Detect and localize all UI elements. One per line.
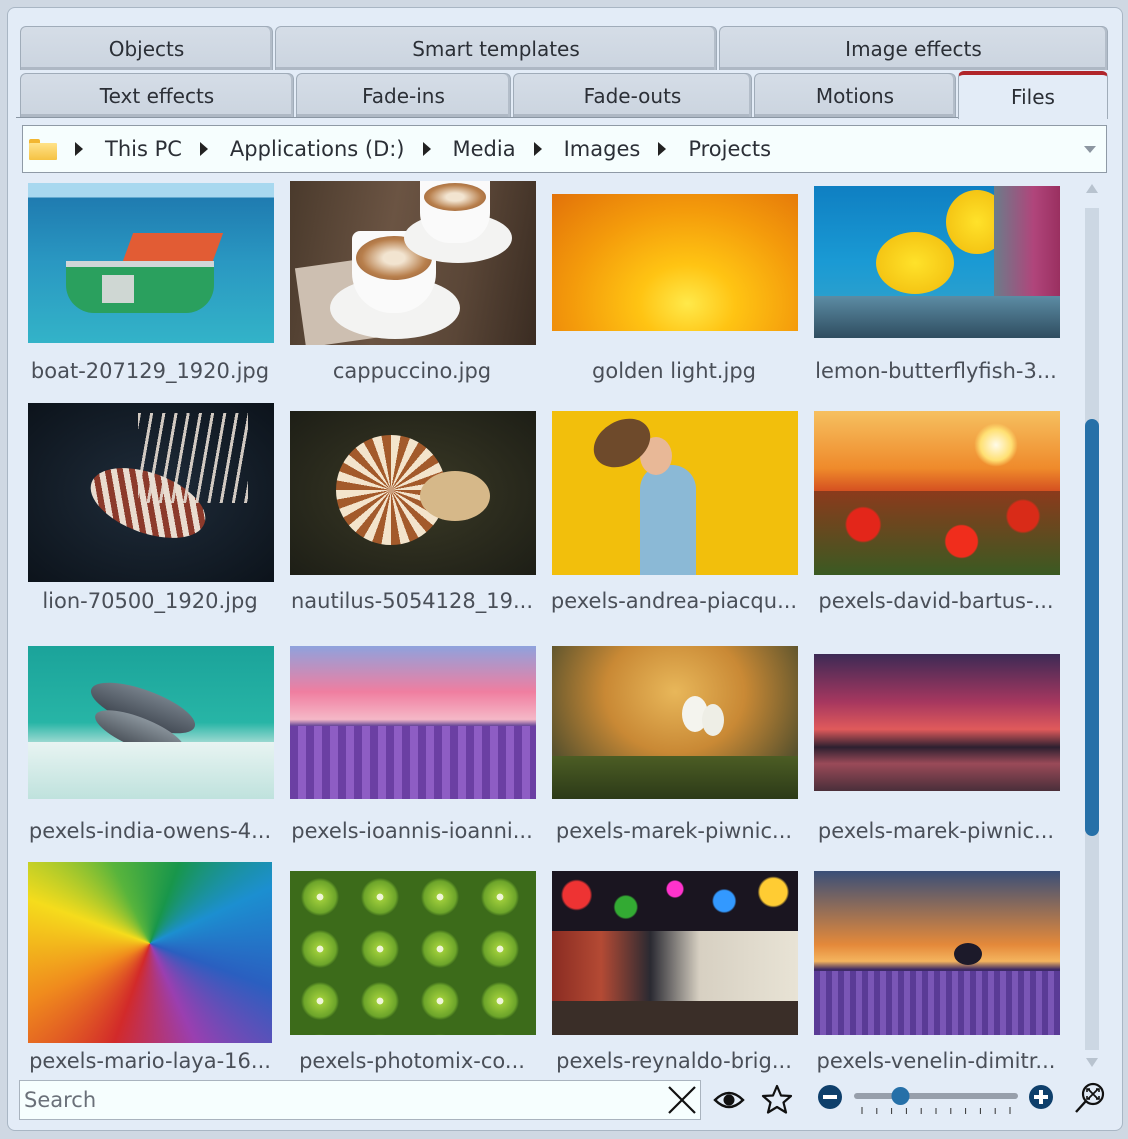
slider-ticks: [861, 1107, 1011, 1114]
file-name: cappuccino.jpg: [332, 359, 492, 383]
thumbnail-image: [552, 646, 798, 799]
thumbnail-image: [290, 646, 536, 799]
tab-smart-templates[interactable]: Smart templates: [275, 26, 717, 70]
tab-label: Motions: [815, 83, 895, 108]
breadcrumb-projects[interactable]: Projects: [688, 137, 771, 161]
slider-track[interactable]: [854, 1093, 1018, 1099]
chevron-right-icon[interactable]: [422, 142, 431, 156]
tab-text-effects[interactable]: Text effects: [20, 73, 294, 117]
chevron-right-icon[interactable]: [199, 142, 208, 156]
thumbnail-image: [552, 411, 798, 575]
scroll-up-arrow-icon[interactable]: [1086, 184, 1098, 193]
tab-files[interactable]: Files: [958, 71, 1108, 119]
file-name: pexels-reynaldo-brig...: [556, 1049, 792, 1073]
search-input[interactable]: [19, 1080, 701, 1120]
file-name: pexels-david-bartus-...: [818, 589, 1054, 613]
thumbnail-image: [28, 862, 272, 1043]
folder-icon[interactable]: [29, 139, 57, 160]
tab-label: Smart templates: [412, 36, 580, 61]
thumbnail-image: [814, 871, 1060, 1035]
close-icon[interactable]: [666, 1085, 698, 1115]
thumbnail-image: [28, 183, 274, 343]
file-name: pexels-marek-piwnic...: [817, 819, 1055, 843]
tab-label: Objects: [108, 36, 185, 61]
thumbnail-image: [28, 646, 274, 799]
file-name: pexels-andrea-piacqu...: [550, 589, 798, 613]
file-name: pexels-ioannis-ioanni...: [291, 819, 533, 843]
file-name: boat-207129_1920.jpg: [30, 359, 270, 383]
file-name: pexels-marek-piwnic...: [555, 819, 793, 843]
scrollbar-thumb[interactable]: [1085, 419, 1099, 836]
tab-label: Files: [1011, 85, 1055, 109]
chevron-right-icon[interactable]: [533, 142, 542, 156]
file-name: pexels-mario-laya-16...: [29, 1049, 271, 1073]
tab-label: Fade-outs: [583, 83, 682, 108]
plus-circle-icon[interactable]: [1028, 1084, 1054, 1110]
tab-label: Image effects: [845, 36, 982, 61]
thumbnail-image: [552, 194, 798, 331]
thumbnail-image: [290, 411, 536, 575]
chevron-right-icon[interactable]: [658, 142, 667, 156]
tab-image-effects[interactable]: Image effects: [719, 26, 1108, 70]
thumbnail-image: [28, 403, 274, 582]
thumbnail-image: [814, 654, 1060, 791]
zoom-fit-icon[interactable]: [1074, 1082, 1106, 1114]
file-name: pexels-india-owens-4...: [28, 819, 272, 843]
tab-divider: [16, 117, 1108, 118]
thumbnail-size-slider[interactable]: [852, 1082, 1022, 1118]
thumbnail-image: [814, 186, 1060, 338]
file-name: pexels-photomix-co...: [299, 1049, 525, 1073]
breadcrumb-images[interactable]: Images: [564, 137, 641, 161]
star-icon[interactable]: [761, 1084, 793, 1114]
file-name: lemon-butterflyfish-3...: [815, 359, 1057, 383]
tab-label: Text effects: [99, 83, 215, 108]
scroll-down-arrow-icon[interactable]: [1086, 1058, 1098, 1067]
file-name: lion-70500_1920.jpg: [42, 589, 258, 613]
breadcrumb-this-pc[interactable]: This PC: [105, 137, 182, 161]
thumbnail-image: [290, 871, 536, 1035]
eye-icon[interactable]: [713, 1088, 745, 1112]
tab-fade-ins[interactable]: Fade-ins: [296, 73, 511, 117]
file-name: nautilus-5054128_19...: [291, 589, 533, 613]
tab-objects[interactable]: Objects: [20, 26, 273, 70]
minus-circle-icon[interactable]: [817, 1084, 843, 1110]
tab-fade-outs[interactable]: Fade-outs: [513, 73, 752, 117]
thumbnail-image: [552, 871, 798, 1035]
tab-motions[interactable]: Motions: [754, 73, 956, 117]
breadcrumb-media[interactable]: Media: [453, 137, 516, 161]
chevron-down-icon[interactable]: [1084, 146, 1096, 153]
slider-knob[interactable]: [891, 1087, 910, 1105]
chevron-right-icon[interactable]: [75, 142, 83, 156]
file-name: golden light.jpg: [592, 359, 756, 383]
tab-label: Fade-ins: [362, 83, 445, 108]
breadcrumb-applications[interactable]: Applications (D:): [230, 137, 405, 161]
thumbnail-image: [290, 181, 536, 345]
breadcrumb: This PC Applications (D:) Media Images P…: [22, 125, 1107, 173]
thumbnail-image: [814, 411, 1060, 575]
file-name: pexels-venelin-dimitr...: [816, 1049, 1056, 1073]
